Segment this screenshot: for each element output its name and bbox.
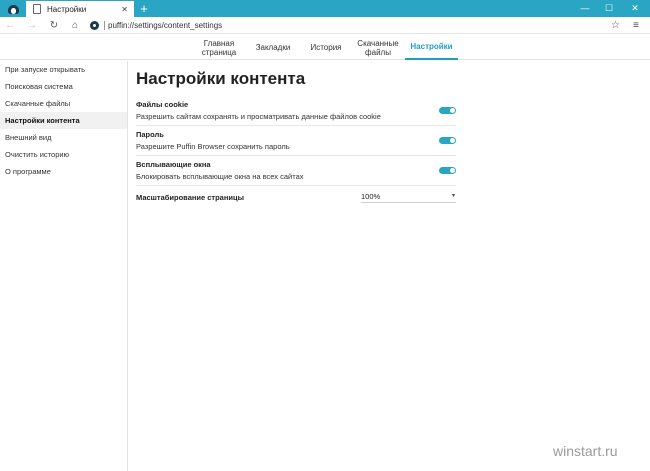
- settings-sidebar: При запуске открывать Поисковая система …: [0, 61, 128, 471]
- title-bar: Настройки ✕ + — ☐ ✕: [0, 0, 650, 17]
- setting-cookies: Файлы cookie Разрешить сайтам сохранять …: [136, 100, 456, 126]
- sidebar-item-content-settings[interactable]: Настройки контента: [0, 112, 127, 129]
- content-settings-panel: Настройки контента Файлы cookie Разрешит…: [129, 61, 650, 471]
- page-title: Настройки контента: [136, 69, 306, 88]
- watermark: winstart.ru: [553, 443, 618, 459]
- menu-icon[interactable]: ≡: [633, 17, 639, 34]
- password-toggle[interactable]: [439, 137, 456, 144]
- zoom-select[interactable]: 100% ▾: [361, 191, 456, 203]
- address-separator: [104, 21, 105, 30]
- browser-tab-settings[interactable]: Настройки ✕: [26, 1, 134, 17]
- minimize-button[interactable]: —: [574, 0, 596, 17]
- address-bar: ← → ↻ ⌂ puffin://settings/content_settin…: [0, 17, 650, 34]
- tab-close-icon[interactable]: ✕: [121, 5, 128, 14]
- setting-page-zoom: Масштабирование страницы 100% ▾: [136, 191, 456, 205]
- sidebar-item-about[interactable]: О программе: [0, 163, 127, 180]
- maximize-button[interactable]: ☐: [598, 0, 620, 17]
- bookmark-star-icon[interactable]: ☆: [611, 17, 620, 34]
- forward-button[interactable]: →: [24, 17, 40, 34]
- url-input[interactable]: puffin://settings/content_settings: [108, 17, 222, 34]
- setting-description: Блокировать всплывающие окна на всех сай…: [136, 172, 304, 181]
- sidebar-item-search-engine[interactable]: Поисковая система: [0, 78, 127, 95]
- setting-title: Всплывающие окна: [136, 160, 211, 169]
- site-icon: [90, 21, 99, 30]
- chevron-down-icon: ▾: [451, 193, 455, 199]
- setting-description: Разрешите Puffin Browser сохранить парол…: [136, 142, 290, 151]
- tab-home[interactable]: Главная страница: [196, 35, 242, 60]
- sidebar-item-downloads[interactable]: Скачанные файлы: [0, 95, 127, 112]
- setting-password: Пароль Разрешите Puffin Browser сохранит…: [136, 130, 456, 156]
- tab-settings[interactable]: Настройки: [405, 35, 458, 60]
- puffin-logo-icon: [0, 0, 26, 17]
- cookies-toggle[interactable]: [439, 107, 456, 114]
- sidebar-item-startup[interactable]: При запуске открывать: [0, 61, 127, 78]
- home-button[interactable]: ⌂: [67, 17, 83, 34]
- tab-bookmarks[interactable]: Закладки: [250, 35, 296, 60]
- zoom-label: Масштабирование страницы: [136, 193, 245, 202]
- back-button[interactable]: ←: [2, 17, 18, 34]
- close-window-button[interactable]: ✕: [624, 0, 646, 17]
- tab-history[interactable]: История: [303, 35, 349, 60]
- sidebar-item-appearance[interactable]: Внешний вид: [0, 129, 127, 146]
- sidebar-item-clear-history[interactable]: Очистить историю: [0, 146, 127, 163]
- setting-popups: Всплывающие окна Блокировать всплывающие…: [136, 160, 456, 186]
- setting-title: Пароль: [136, 130, 164, 139]
- page-icon: [33, 4, 41, 14]
- zoom-value: 100%: [361, 192, 381, 201]
- tab-title: Настройки: [47, 4, 87, 14]
- new-tab-button[interactable]: +: [137, 1, 151, 16]
- reload-button[interactable]: ↻: [46, 17, 62, 34]
- setting-title: Файлы cookie: [136, 100, 189, 109]
- setting-description: Разрешить сайтам сохранять и просматрива…: [136, 112, 381, 121]
- settings-top-nav: Главная страница Закладки История Скачан…: [0, 35, 650, 60]
- popups-toggle[interactable]: [439, 167, 456, 174]
- tab-downloads[interactable]: Скачанные файлы: [354, 35, 402, 60]
